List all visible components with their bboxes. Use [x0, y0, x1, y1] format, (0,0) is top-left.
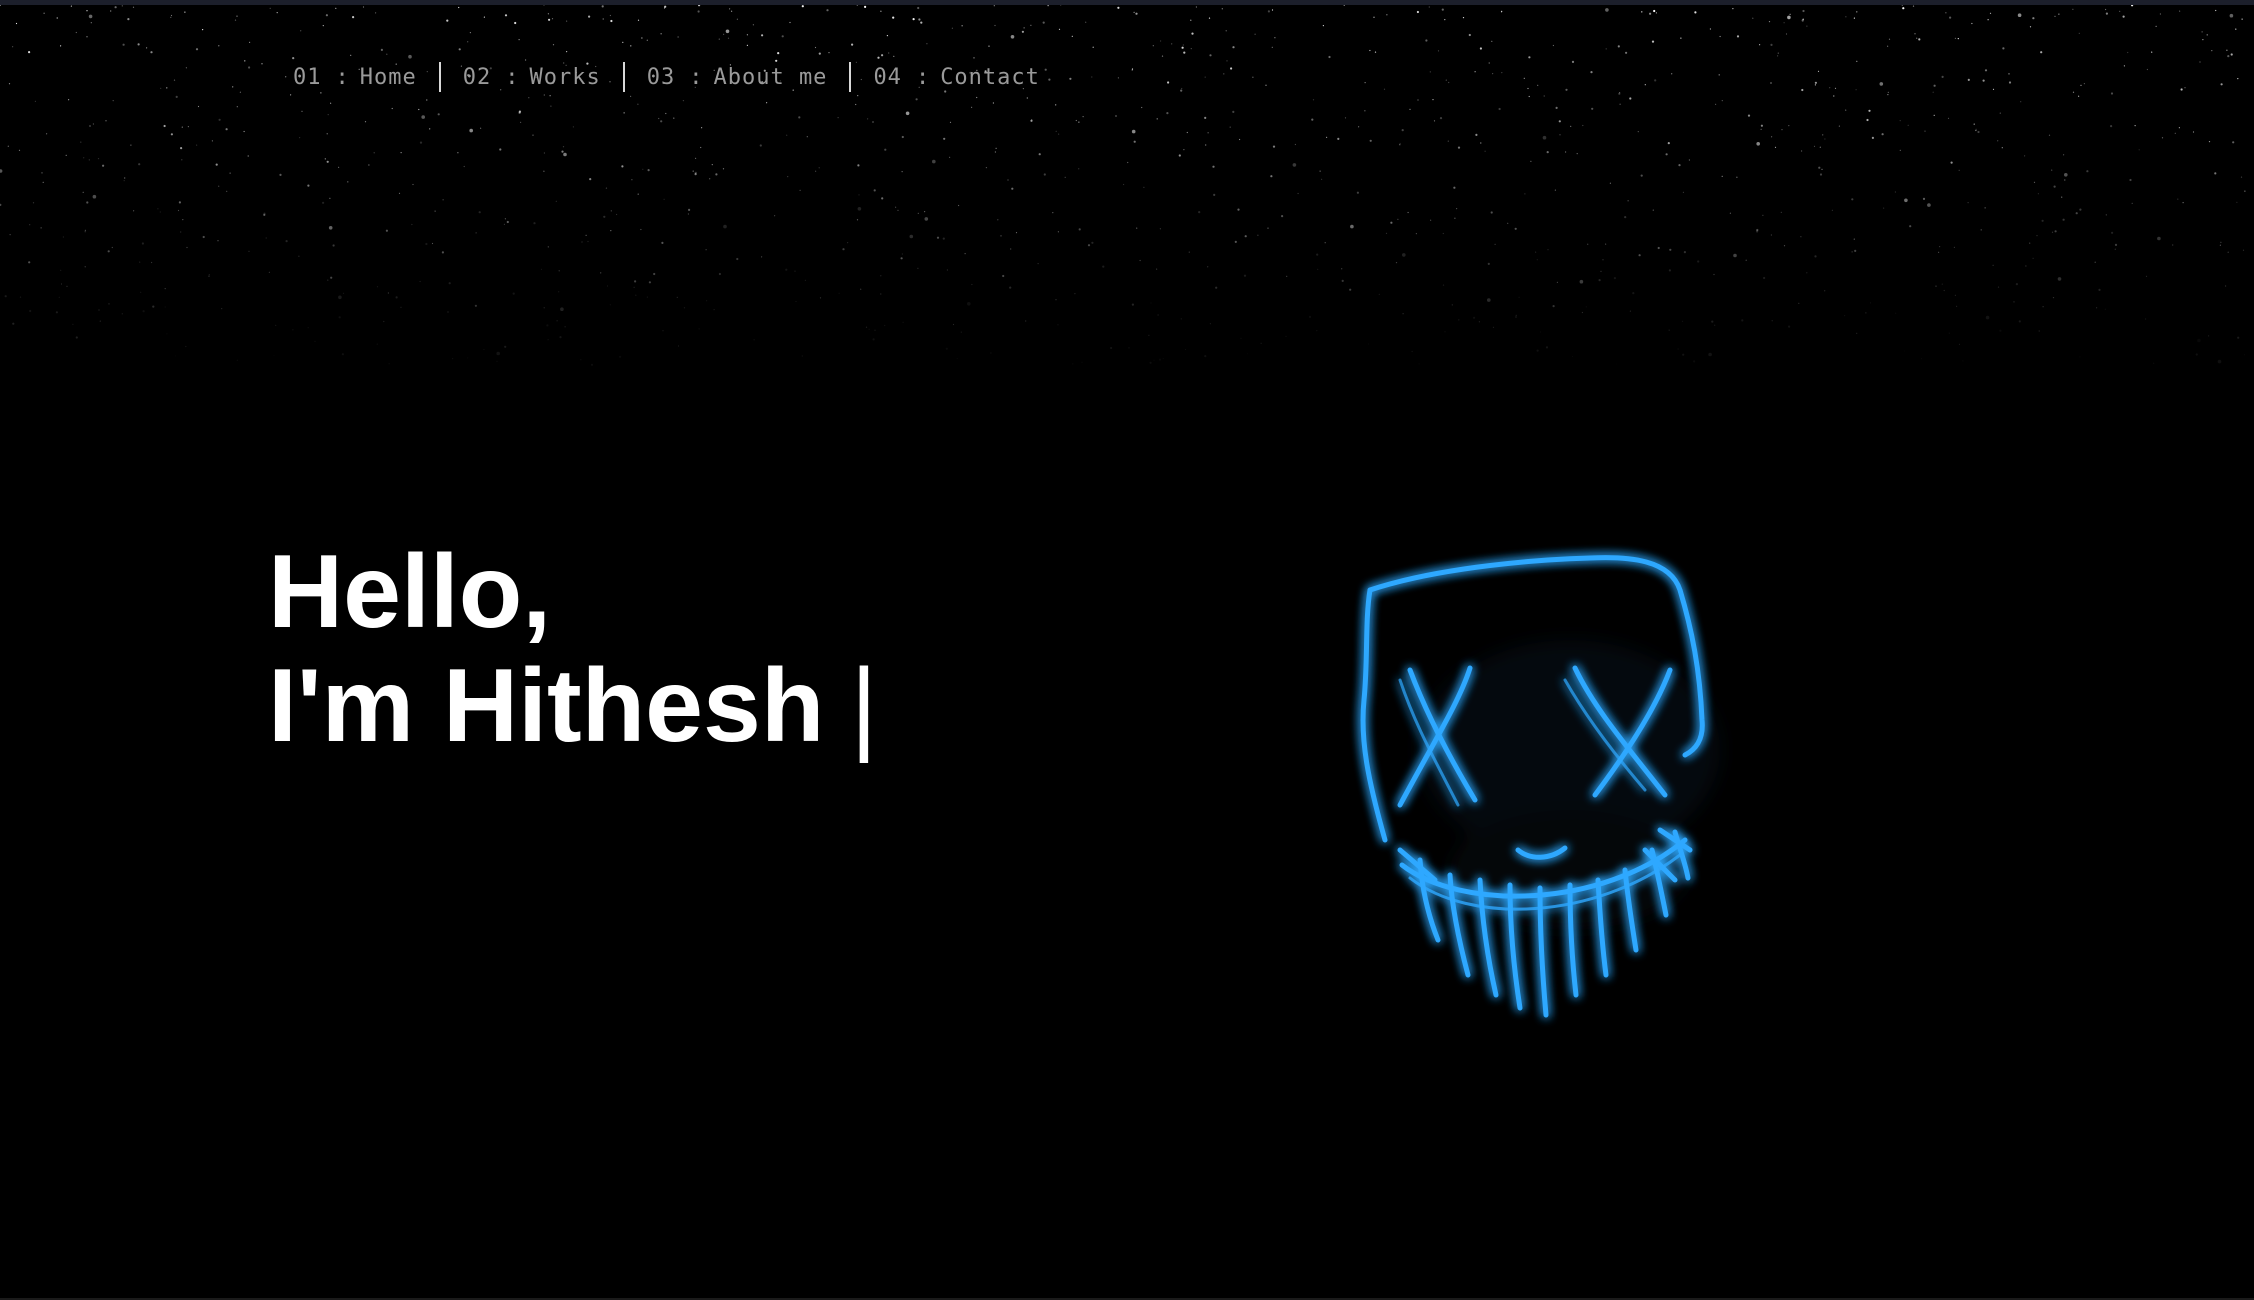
neon-mask-icon	[1340, 550, 1800, 1040]
nav-item-number: 02	[462, 64, 492, 90]
nav-item-about-me[interactable]: 03 : About me	[639, 65, 836, 90]
hero-heading: Hello, I'm Hithesh |	[268, 535, 877, 763]
nav-divider	[849, 62, 852, 92]
nav-item-home[interactable]: 01 : Home	[285, 65, 425, 90]
main-nav: 01 : Home 02 : Works 03 : About me 04 : …	[285, 62, 1048, 92]
nav-item-label: About me	[713, 64, 828, 90]
nav-item-label: Home	[359, 64, 417, 90]
nav-item-works[interactable]: 02 : Works	[455, 65, 609, 90]
nav-item-label: Contact	[940, 64, 1040, 90]
nav-item-number: 04	[873, 64, 902, 90]
nav-item-separator: :	[689, 64, 704, 90]
nav-item-separator: :	[915, 64, 931, 90]
hero-name-line: I'm Hithesh |	[268, 649, 877, 763]
typing-cursor: |	[850, 648, 878, 764]
page: 01 : Home 02 : Works 03 : About me 04 : …	[0, 0, 2254, 1300]
hero-name: I'm Hithesh	[268, 648, 825, 764]
nav-divider	[622, 62, 625, 92]
nav-item-contact[interactable]: 04 : Contact	[865, 65, 1047, 90]
nav-item-separator: :	[335, 64, 350, 90]
nav-item-number: 01	[293, 64, 322, 90]
nav-divider	[438, 62, 441, 92]
nav-item-number: 03	[646, 64, 676, 90]
nav-item-separator: :	[505, 64, 520, 90]
nav-item-label: Works	[529, 64, 601, 90]
hero-greeting: Hello,	[268, 534, 552, 650]
